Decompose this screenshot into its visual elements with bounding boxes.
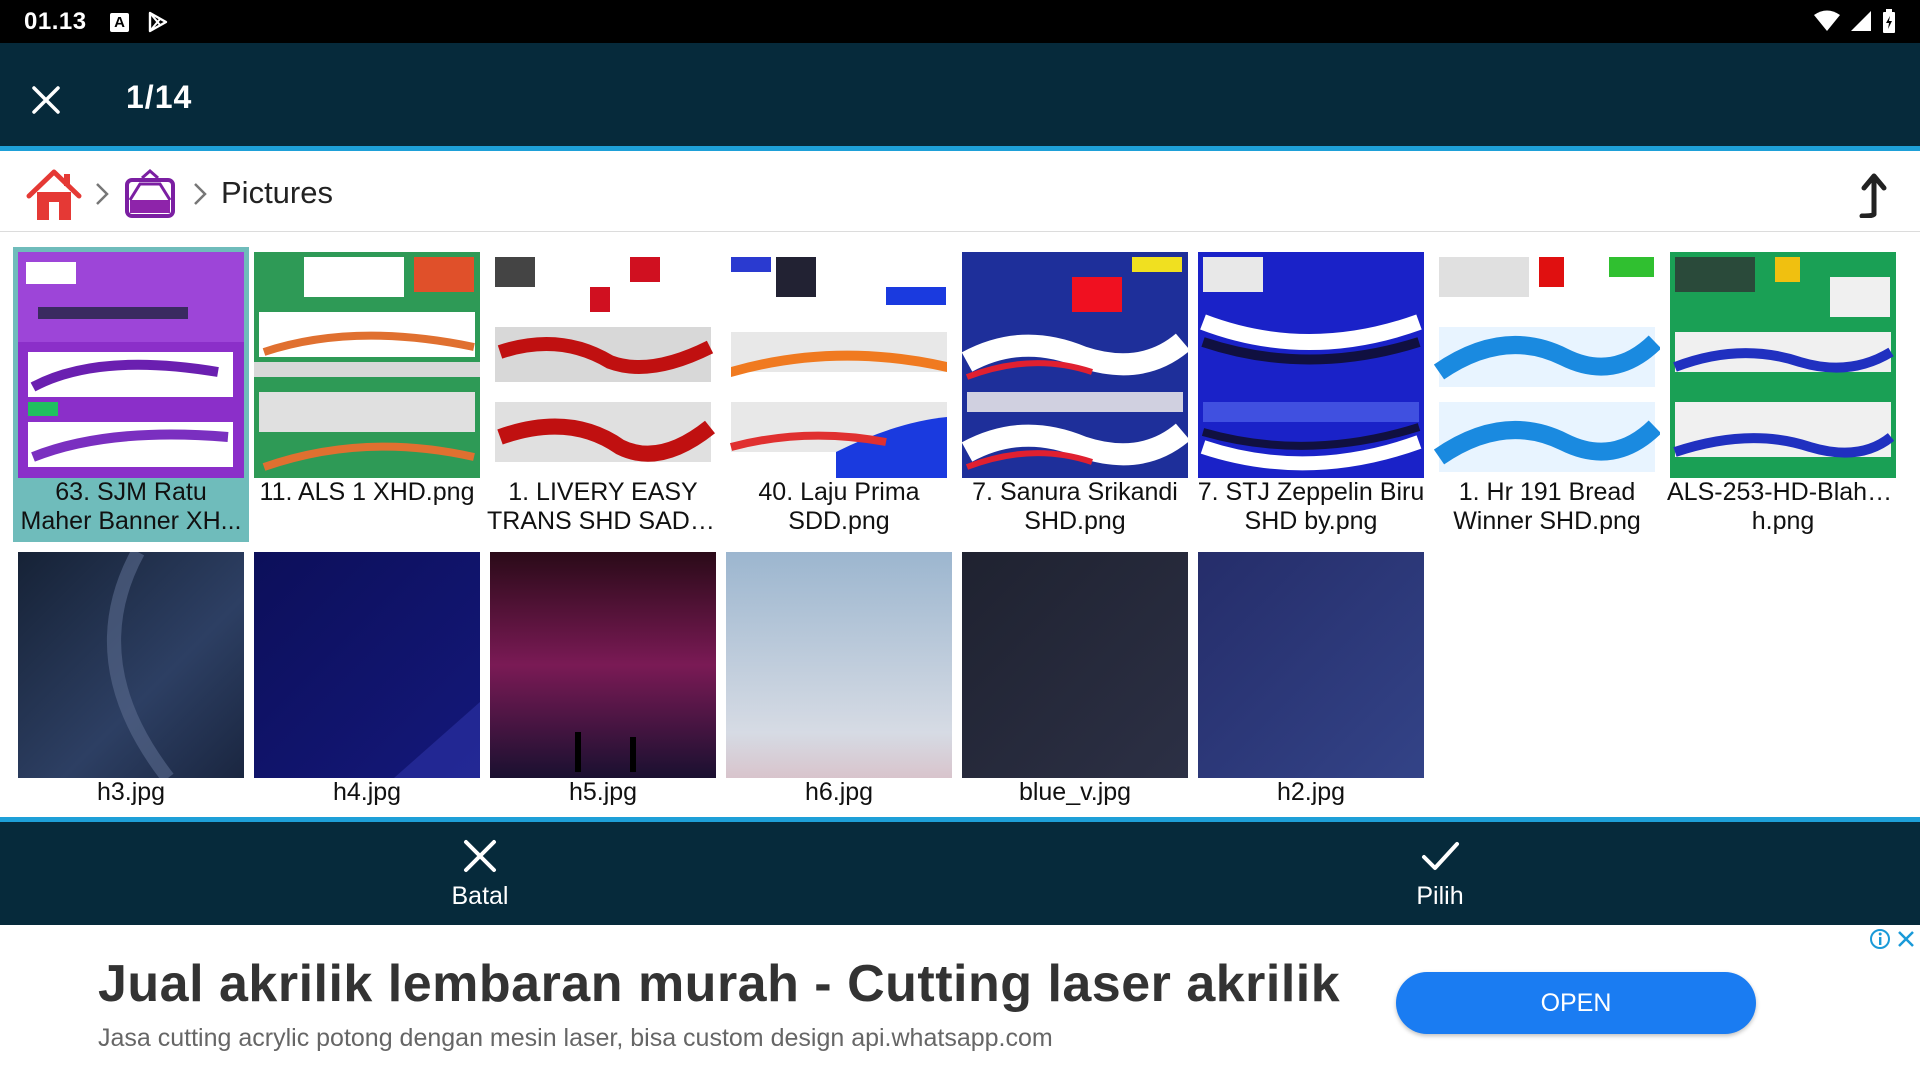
- thumbnail: [962, 552, 1188, 778]
- file-item[interactable]: h3.jpg: [13, 547, 249, 817]
- breadcrumb: Pictures: [0, 156, 1920, 232]
- thumbnail: [1670, 252, 1896, 478]
- ad-open-button[interactable]: OPEN: [1396, 972, 1756, 1034]
- file-name: 11. ALS 1 XHD.png: [259, 478, 475, 506]
- status-bar: 01.13 A: [0, 0, 1920, 43]
- file-name: 63. SJM Ratu Maher Banner XH...: [20, 478, 242, 535]
- file-item[interactable]: 1. Hr 191 Bread Winner SHD.png: [1429, 247, 1665, 542]
- close-icon[interactable]: [26, 80, 66, 120]
- file-name: h4.jpg: [332, 778, 402, 806]
- file-item[interactable]: ALS-253-HD-Blahblo h.png: [1665, 247, 1901, 542]
- file-name: h5.jpg: [568, 778, 638, 806]
- ad-description[interactable]: Jasa cutting acrylic potong dengan mesin…: [98, 1024, 1053, 1053]
- cancel-button[interactable]: Batal: [380, 836, 580, 911]
- thumbnail: [18, 252, 244, 478]
- file-name: 40. Laju Prima SDD.png: [758, 478, 920, 535]
- file-item[interactable]: 7. STJ Zeppelin Biru SHD by.png: [1193, 247, 1429, 542]
- thumbnail: [490, 252, 716, 478]
- file-name: 7. STJ Zeppelin Biru SHD by.png: [1197, 478, 1425, 535]
- file-item[interactable]: h2.jpg: [1193, 547, 1429, 817]
- file-item[interactable]: blue_v.jpg: [957, 547, 1193, 817]
- file-item[interactable]: 11. ALS 1 XHD.png: [249, 247, 485, 542]
- file-name: h2.jpg: [1276, 778, 1346, 806]
- file-name: 1. Hr 191 Bread Winner SHD.png: [1453, 478, 1641, 535]
- play-store-icon: [148, 11, 168, 33]
- file-name: ALS-253-HD-Blahblo h.png: [1667, 478, 1899, 535]
- choose-button[interactable]: Pilih: [1340, 836, 1540, 911]
- battery-icon: [1883, 9, 1895, 33]
- chevron-right-icon: [194, 183, 207, 205]
- cancel-label: Batal: [451, 882, 509, 910]
- ad-banner[interactable]: Jual akrilik lembaran murah - Cutting la…: [0, 926, 1920, 1080]
- selection-count: 1/14: [126, 79, 193, 115]
- file-item[interactable]: h6.jpg: [721, 547, 957, 817]
- status-icons: [1814, 9, 1896, 33]
- file-item[interactable]: 1. LIVERY EASY TRANS SHD SADE...: [485, 247, 721, 542]
- file-name: blue_v.jpg: [1018, 778, 1132, 806]
- ad-info-icon[interactable]: [1869, 928, 1891, 950]
- wifi-icon: [1814, 10, 1840, 31]
- storage-icon[interactable]: [124, 168, 176, 220]
- ad-close-icon[interactable]: [1895, 928, 1917, 950]
- thumbnail: [726, 552, 952, 778]
- file-grid: 63. SJM Ratu Maher Banner XH... 11. ALS 1…: [0, 233, 1920, 818]
- file-item[interactable]: 7. Sanura Srikandi SHD.png: [957, 247, 1193, 542]
- file-item[interactable]: 63. SJM Ratu Maher Banner XH...: [13, 247, 249, 542]
- signal-icon: [1851, 11, 1871, 31]
- thumbnail: [962, 252, 1188, 478]
- folder-up-icon[interactable]: [1852, 170, 1892, 218]
- file-name: 7. Sanura Srikandi SHD.png: [972, 478, 1178, 535]
- status-time: 01.13: [24, 8, 87, 35]
- notification-a-icon: A: [110, 13, 129, 32]
- check-icon: [1422, 842, 1459, 870]
- thumbnail: [726, 252, 952, 478]
- top-app-bar: 1/14: [0, 43, 1920, 151]
- home-icon[interactable]: [26, 166, 82, 222]
- thumbnail: [254, 552, 480, 778]
- thumbnail: [1198, 552, 1424, 778]
- bottom-action-bar: Batal Pilih: [0, 817, 1920, 925]
- file-item[interactable]: h4.jpg: [249, 547, 485, 817]
- thumbnail: [490, 552, 716, 778]
- breadcrumb-current-folder[interactable]: Pictures: [221, 175, 333, 211]
- choose-label: Pilih: [1416, 882, 1464, 910]
- file-name: 1. LIVERY EASY TRANS SHD SADE...: [487, 478, 719, 535]
- ad-headline[interactable]: Jual akrilik lembaran murah - Cutting la…: [98, 954, 1340, 1014]
- chevron-right-icon: [96, 183, 109, 205]
- thumbnail: [1198, 252, 1424, 478]
- file-item[interactable]: 40. Laju Prima SDD.png: [721, 247, 957, 542]
- file-name: h3.jpg: [96, 778, 166, 806]
- thumbnail: [18, 552, 244, 778]
- thumbnail: [1434, 252, 1660, 478]
- thumbnail: [254, 252, 480, 478]
- close-icon: [464, 840, 496, 872]
- file-name: h6.jpg: [804, 778, 874, 806]
- file-item[interactable]: h5.jpg: [485, 547, 721, 817]
